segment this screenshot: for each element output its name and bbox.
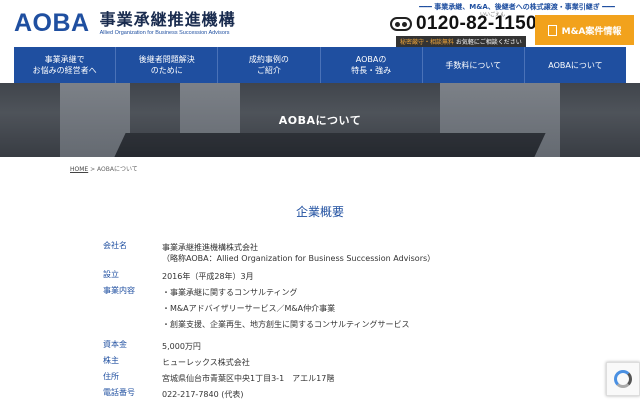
hero-banner: AOBAについて xyxy=(0,83,640,157)
info-row-name: 会社名 事業承継推進機構株式会社 （略称AOBA：Allied Organiza… xyxy=(103,240,435,264)
nav-item-features[interactable]: AOBAの 特長・強み xyxy=(321,47,423,83)
info-label: 会社名 xyxy=(103,241,127,250)
info-row-founded: 設立 2016年（平成28年）3月 xyxy=(103,269,254,282)
info-row-address: 住所 宮城県仙台市青葉区中央1丁目3-1 アエル17階 xyxy=(103,371,334,384)
abbrev-suffix: ） xyxy=(427,254,436,263)
freedial-icon xyxy=(390,17,412,31)
info-label: 設立 xyxy=(103,270,119,279)
info-label: 電話番号 xyxy=(103,388,135,397)
business-item: ・事業承継に関するコンサルティング xyxy=(162,288,298,297)
info-label: 株主 xyxy=(103,356,119,365)
logo-title: 事業承継推進機構 xyxy=(99,10,236,29)
info-label: 事業内容 xyxy=(103,286,135,295)
header-tagline: ━━━ 事業承継、M&A、後継者への株式譲渡・事業引継ぎ ━━━ xyxy=(419,3,615,11)
info-row-shareholder: 株主 ヒューレックス株式会社 xyxy=(103,355,250,368)
nav-item-owners[interactable]: 事業承継で お悩みの経営者へ xyxy=(14,47,117,83)
phone-note-highlight: 秘密厳守・相談無料 xyxy=(400,39,455,46)
site-logo[interactable]: AOBA 事業承継推進機構 Allied Organization for Bu… xyxy=(14,10,236,40)
recaptcha-icon xyxy=(614,370,632,388)
info-value: ヒューレックス株式会社 xyxy=(162,358,250,367)
company-abbrev: （略称AOBA：Allied Organization for Business… xyxy=(162,253,435,264)
nav-item-fees[interactable]: 手数料について xyxy=(423,47,525,83)
ma-case-label: M&A案件情報 xyxy=(561,26,622,37)
recaptcha-badge[interactable] xyxy=(606,362,640,396)
info-value: 2016年（平成28年）3月 xyxy=(162,272,254,281)
info-row-phone: 電話番号 022-217-7840 (代表) xyxy=(103,387,243,400)
main-nav: 事業承継で お悩みの経営者へ 後継者問題解決 のために 成約事例の ご紹介 AO… xyxy=(14,47,626,83)
breadcrumb-separator: > xyxy=(88,166,98,173)
phone-number[interactable]: 0120-82-1150 xyxy=(416,14,537,34)
breadcrumb-home-link[interactable]: HOME xyxy=(70,166,88,173)
info-value: 宮城県仙台市青葉区中央1丁目3-1 アエル17階 xyxy=(162,374,335,383)
company-name: 事業承継推進機構株式会社 xyxy=(162,243,258,252)
phone-number-block[interactable]: 0120-82-1150 xyxy=(390,14,537,34)
info-row-capital: 資本金 5,000万円 xyxy=(103,339,201,352)
info-value[interactable]: 022-217-7840 (代表) xyxy=(162,389,243,400)
info-row-business: 事業内容 ・事業承継に関するコンサルティング ・M&Aアドバイザリーサービス／M… xyxy=(103,285,410,335)
logo-text: 事業承継推進機構 Allied Organization for Busines… xyxy=(100,10,236,37)
business-item: ・M&Aアドバイザリーサービス／M&A仲介事業 xyxy=(162,304,336,313)
abbrev-prefix: （略称AOBA： xyxy=(162,254,217,263)
info-value: 事業承継推進機構株式会社 （略称AOBA：Allied Organization… xyxy=(162,242,435,264)
breadcrumb: HOME > AOBAについて xyxy=(70,164,138,173)
business-item: ・創業支援、企業再生、地方創生に関するコンサルティングサービス xyxy=(162,320,410,329)
nav-item-successor[interactable]: 後継者問題解決 のために xyxy=(116,47,219,83)
info-label: 資本金 xyxy=(103,340,127,349)
logo-mark: AOBA xyxy=(14,9,90,37)
logo-subtitle: Allied Organization for Business Success… xyxy=(99,30,230,36)
info-value: ・事業承継に関するコンサルティング ・M&Aアドバイザリーサービス／M&A仲介事… xyxy=(162,287,410,335)
section-title: 企業概要 xyxy=(295,205,344,219)
phone-note: 秘密厳守・相談無料 お気軽にご相談ください xyxy=(396,36,526,47)
info-value: 5,000万円 xyxy=(162,342,201,351)
abbrev-english: Allied Organization for Business Success… xyxy=(216,254,428,263)
nav-item-cases[interactable]: 成約事例の ご紹介 xyxy=(218,47,321,83)
site-header: AOBA 事業承継推進機構 Allied Organization for Bu… xyxy=(0,0,640,47)
ma-case-button[interactable]: M&A案件情報 xyxy=(535,15,634,45)
hero-title: AOBAについて xyxy=(278,114,362,127)
document-icon xyxy=(547,24,557,36)
breadcrumb-current: AOBAについて xyxy=(97,166,138,173)
info-label: 住所 xyxy=(103,372,119,381)
phone-note-text: お気軽にご相談ください xyxy=(454,39,522,46)
nav-item-about[interactable]: AOBAについて xyxy=(525,47,626,83)
